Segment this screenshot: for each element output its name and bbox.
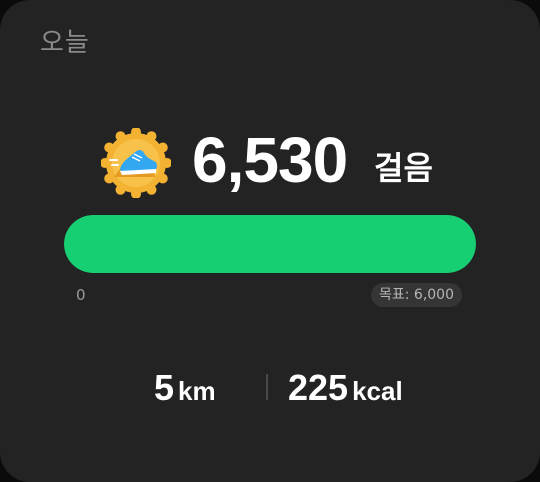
activity-stats: 5 km 225 kcal [0, 360, 540, 420]
today-steps-card[interactable]: 오늘 6,530 걸음 0 목표: 6,000 5 km 225 kcal [0, 0, 540, 482]
step-progress-fill [64, 215, 476, 273]
step-count: 6,530 [192, 124, 348, 196]
stats-divider [266, 374, 268, 400]
step-unit-label: 걸음 [374, 149, 433, 187]
calories-unit: kcal [352, 376, 403, 406]
card-title: 오늘 [40, 28, 90, 58]
distance-unit: km [178, 376, 216, 406]
calories-value: 225 [288, 367, 349, 408]
step-progress-bar [64, 215, 476, 273]
calories-stat: 225 kcal [288, 360, 403, 416]
distance-value: 5 [154, 367, 175, 408]
steps-summary: 6,530 걸음 [0, 120, 540, 200]
running-shoe-badge-icon [101, 128, 171, 198]
progress-min-label: 0 [76, 286, 86, 304]
goal-badge: 목표: 6,000 [370, 283, 462, 307]
distance-stat: 5 km [154, 360, 216, 416]
